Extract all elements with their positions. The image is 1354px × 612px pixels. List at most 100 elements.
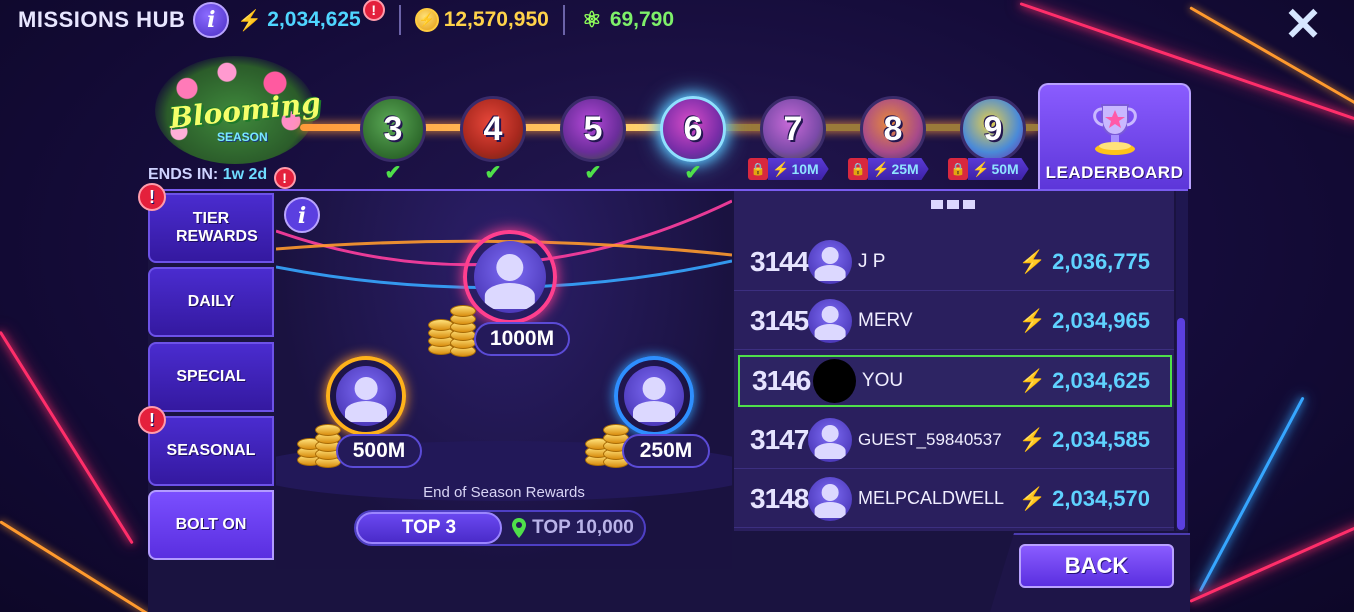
laser-decoration — [0, 520, 154, 612]
coins-value: 12,570,950 — [443, 8, 549, 31]
row-score: ⚡ 2,034,585 — [1018, 426, 1150, 452]
leaderboard-row[interactable]: 3147 GUEST_59840537 ⚡ 2,034,585 — [734, 411, 1174, 469]
tier-badge-3[interactable]: 3 — [360, 96, 426, 162]
bolts-counter: ⚡ 2,034,625 — [237, 8, 360, 33]
tier-number: 4 — [483, 109, 503, 148]
divider — [562, 5, 565, 35]
row-name: MERV — [858, 309, 913, 331]
leaderboard-row-you[interactable]: 3146 YOU ⚡ 2,034,625 — [738, 355, 1172, 407]
check-icon: ✔ — [684, 162, 702, 184]
tier-requirement: ⚡ 10M — [768, 158, 829, 180]
tier-number: 6 — [683, 109, 703, 148]
info-button[interactable]: i — [193, 2, 230, 38]
divider — [398, 5, 401, 35]
tier-number: 9 — [983, 109, 1003, 148]
tab-label: TIER REWARDS — [176, 210, 258, 245]
alert-badge: ! — [138, 183, 166, 211]
avatar — [808, 239, 852, 284]
tier-lock-8: 🔒 ⚡ 25M — [848, 158, 929, 180]
tier-number: 7 — [783, 109, 803, 148]
leaderboard-row[interactable]: 3145 MERV ⚡ 2,034,965 — [734, 292, 1174, 350]
leaderboard-tab[interactable]: LEADERBOARD — [1038, 83, 1191, 189]
close-button[interactable]: ✕ — [1282, 1, 1324, 47]
row-name: GUEST_59840537 — [858, 429, 1002, 449]
top-10000-label: TOP 10,000 — [532, 517, 634, 538]
bolt-icon: ⚡ — [1018, 368, 1047, 393]
location-pin-icon — [512, 518, 527, 538]
alert-badge: ! — [273, 167, 296, 189]
tier-number: 3 — [383, 109, 403, 148]
leaderboard-row[interactable]: 3144 J P ⚡ 2,036,775 — [734, 233, 1174, 291]
trophy-icon — [1092, 104, 1137, 155]
tab-bolt-on[interactable]: BOLT ON — [148, 490, 274, 560]
top-bar: MISSIONS HUB i ⚡ 2,034,625 ! ⚡ 12,570,95… — [18, 0, 674, 40]
row-score: ⚡ 2,034,570 — [1018, 485, 1150, 511]
page-title: MISSIONS HUB — [18, 7, 186, 32]
tab-label: SEASONAL — [166, 442, 256, 459]
atom-icon: ⚛ — [581, 7, 602, 32]
svg-text:i: i — [298, 203, 306, 229]
leaderboard-tab-label: LEADERBOARD — [1045, 163, 1184, 182]
ends-in-label: ENDS IN: — [148, 166, 219, 183]
back-button[interactable]: BACK — [1019, 544, 1174, 588]
tier-badge-7[interactable]: 7 — [760, 96, 826, 162]
row-rank: 3144 — [750, 245, 809, 277]
gems-value: 69,790 — [609, 8, 675, 31]
tab-tier-rewards[interactable]: TIER REWARDS ! — [138, 183, 274, 263]
season-logo-subtitle: SEASON — [217, 130, 268, 144]
tier-badge-4[interactable]: 4 — [460, 96, 526, 162]
rewards-info-button[interactable]: i — [283, 196, 321, 234]
third-prize: 250M — [622, 434, 710, 468]
row-name: MELPCALDWELL — [858, 488, 1005, 508]
tier-requirement: ⚡ 25M — [868, 158, 929, 180]
lock-icon: 🔒 — [748, 158, 768, 180]
bolts-value: 2,034,625 — [267, 8, 361, 31]
tab-special[interactable]: SPECIAL — [148, 342, 274, 412]
alert-badge: ! — [138, 406, 166, 434]
end-of-season-caption: End of Season Rewards — [423, 484, 585, 501]
user-icon — [808, 239, 852, 284]
more-dots-icon — [930, 200, 976, 214]
bolt-icon: ⚡ — [1018, 248, 1047, 274]
tier-badge-8[interactable]: 8 — [860, 96, 926, 162]
row-score: ⚡ 2,034,625 — [1018, 368, 1150, 393]
ends-in-value: 1w 2d — [222, 166, 268, 183]
lock-icon: 🔒 — [848, 158, 868, 180]
coin-icon: ⚡ — [414, 8, 439, 32]
top-10000-option[interactable]: TOP 10,000 — [502, 512, 644, 544]
check-icon: ✔ — [384, 162, 402, 184]
gems-counter: ⚛ 69,790 — [579, 7, 674, 33]
lock-icon: 🔒 — [948, 158, 968, 180]
tier-lock-7: 🔒 ⚡ 10M — [748, 158, 829, 180]
scrollbar-thumb[interactable] — [1177, 318, 1185, 530]
laser-decoration — [1198, 396, 1305, 593]
row-rank: 3148 — [750, 482, 809, 514]
row-score: ⚡ 2,034,965 — [1018, 307, 1150, 333]
tab-label: SPECIAL — [176, 368, 246, 385]
avatar — [808, 417, 852, 462]
tier-lock-9: 🔒 ⚡ 50M — [948, 158, 1029, 180]
tier-badge-9[interactable]: 9 — [960, 96, 1026, 162]
user-icon — [624, 366, 684, 426]
coins-counter: ⚡ 12,570,950 — [414, 8, 549, 32]
row-rank: 3145 — [750, 304, 809, 336]
alert-badge: ! — [362, 0, 385, 21]
row-score: ⚡ 2,036,775 — [1018, 248, 1150, 274]
check-icon: ✔ — [584, 162, 602, 184]
tab-seasonal[interactable]: SEASONAL ! — [138, 406, 274, 486]
user-icon — [808, 417, 852, 462]
avatar — [812, 359, 856, 403]
avatar — [808, 298, 852, 343]
rewards-range-toggle: TOP 3 TOP 10,000 — [354, 510, 646, 546]
bolt-icon: ⚡ — [1018, 426, 1047, 452]
user-icon — [808, 476, 852, 521]
leaderboard-row[interactable]: 3148 MELPCALDWELL ⚡ 2,034,570 — [734, 470, 1174, 528]
tier-badge-5[interactable]: 5 — [560, 96, 626, 162]
top-3-option[interactable]: TOP 3 — [356, 512, 502, 544]
tier-badge-6[interactable]: 6 — [660, 96, 726, 162]
avatar — [808, 476, 852, 521]
tab-daily[interactable]: DAILY — [148, 267, 274, 337]
first-prize: 1000M — [474, 322, 570, 356]
check-icon: ✔ — [484, 162, 502, 184]
tab-label: DAILY — [187, 293, 235, 310]
